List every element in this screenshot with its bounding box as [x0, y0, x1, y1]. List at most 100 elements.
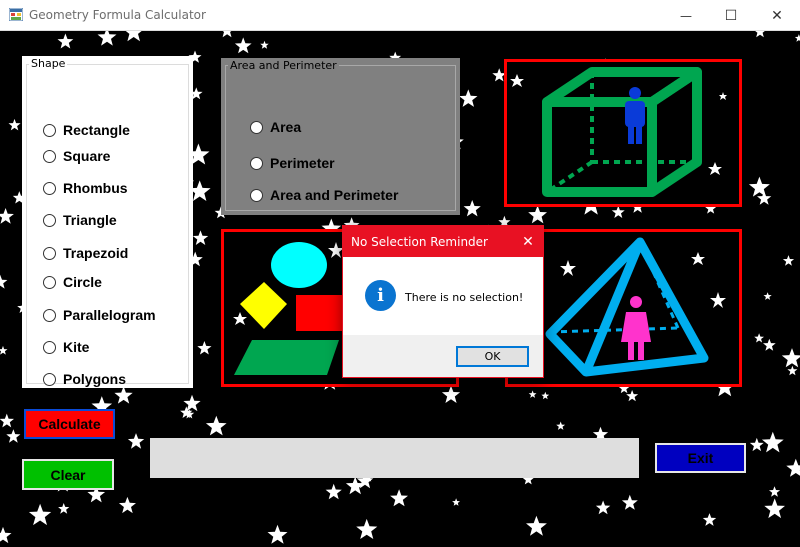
star-decoration: [192, 230, 209, 245]
exit-button-label: Exit: [687, 450, 714, 466]
star-decoration: [0, 208, 14, 224]
calculation-groupbox: Area and Perimeter Area Perimeter Area a…: [221, 58, 460, 215]
title-bar: Geometry Formula Calculator — ☐ ✕: [0, 0, 800, 31]
radio-kite[interactable]: Kite: [43, 339, 89, 355]
star-decoration: [114, 386, 133, 404]
star-decoration: [390, 489, 408, 507]
radio-label: Rectangle: [63, 122, 130, 138]
maximize-icon: ☐: [724, 7, 738, 24]
star-decoration: [356, 518, 378, 539]
maximize-button[interactable]: ☐: [708, 0, 754, 31]
radio-rhombus[interactable]: Rhombus: [43, 180, 128, 196]
cube-picture: [504, 59, 742, 207]
dialog-close-button[interactable]: ✕: [517, 231, 539, 251]
ok-button[interactable]: OK: [456, 346, 529, 367]
star-decoration: [325, 483, 342, 500]
star-decoration: [528, 205, 547, 224]
star-decoration: [0, 413, 14, 428]
exit-button[interactable]: Exit: [655, 443, 746, 473]
star-decoration: [125, 31, 142, 42]
star-decoration: [57, 33, 74, 49]
dialog-title-bar: No Selection Reminder ✕: [343, 226, 543, 257]
radio-trapezoid[interactable]: Trapezoid: [43, 245, 128, 261]
star-decoration: [787, 365, 798, 376]
radio-perimeter[interactable]: Perimeter: [250, 155, 335, 171]
ok-button-label: OK: [484, 350, 501, 363]
star-decoration: [528, 390, 537, 398]
star-decoration: [58, 503, 70, 514]
star-decoration: [0, 345, 8, 355]
radio-label: Perimeter: [270, 155, 335, 171]
star-decoration: [452, 498, 460, 506]
clear-button-label: Clear: [50, 466, 86, 483]
radio-area[interactable]: Area: [250, 119, 301, 135]
star-decoration: [459, 89, 478, 107]
star-decoration: [763, 338, 776, 351]
star-decoration: [763, 292, 772, 300]
radio-polygons[interactable]: Polygons: [43, 371, 126, 387]
star-decoration: [621, 494, 638, 510]
no-selection-dialog: No Selection Reminder ✕ i There is no se…: [342, 225, 544, 378]
star-decoration: [197, 341, 212, 355]
clear-button[interactable]: Clear: [22, 459, 114, 490]
close-button[interactable]: ✕: [754, 0, 800, 31]
star-decoration: [541, 391, 550, 400]
calculation-group-legend: Area and Perimeter: [228, 59, 339, 72]
radio-square[interactable]: Square: [43, 148, 110, 164]
star-decoration: [127, 433, 145, 449]
cube-with-person-icon: [510, 67, 727, 197]
star-decoration: [97, 31, 117, 46]
radio-label: Square: [63, 148, 111, 164]
star-decoration: [8, 118, 21, 131]
calculate-button-label: Calculate: [38, 416, 101, 432]
dialog-title: No Selection Reminder: [351, 235, 488, 249]
star-decoration: [764, 498, 785, 519]
star-decoration: [754, 333, 764, 343]
star-decoration: [794, 34, 800, 42]
radio-label: Area and Perimeter: [270, 187, 399, 203]
radio-label: Circle: [63, 274, 102, 290]
star-decoration: [222, 31, 232, 38]
radio-label: Trapezoid: [63, 245, 129, 261]
app-icon: [9, 8, 23, 21]
star-decoration: [6, 429, 21, 443]
result-output: [150, 438, 639, 478]
star-decoration: [556, 421, 566, 430]
star-decoration: [769, 486, 781, 497]
star-decoration: [28, 503, 52, 526]
star-decoration: [0, 274, 8, 289]
star-decoration: [782, 255, 795, 266]
radio-triangle[interactable]: Triangle: [43, 212, 117, 228]
star-decoration: [234, 37, 252, 54]
calculate-button[interactable]: Calculate: [24, 409, 115, 439]
close-icon: ✕: [771, 7, 783, 24]
information-icon: i: [365, 280, 396, 311]
close-icon: ✕: [522, 232, 534, 249]
star-decoration: [702, 513, 717, 526]
shape-groupbox: Shape Rectangle Square Rhombus Triangle …: [22, 56, 193, 388]
star-decoration: [781, 348, 800, 368]
radio-label: Rhombus: [63, 180, 128, 196]
star-decoration: [118, 496, 136, 514]
radio-rectangle[interactable]: Rectangle: [43, 122, 130, 138]
star-decoration: [611, 205, 625, 218]
radio-parallelogram[interactable]: Parallelogram: [43, 307, 156, 323]
star-decoration: [205, 415, 227, 436]
star-decoration: [749, 437, 764, 452]
star-decoration: [626, 390, 639, 402]
star-decoration: [260, 40, 269, 49]
window-title: Geometry Formula Calculator: [29, 8, 206, 22]
star-decoration: [267, 524, 288, 544]
star-decoration: [595, 500, 611, 515]
minimize-icon: —: [680, 8, 692, 23]
radio-label: Parallelogram: [63, 307, 156, 323]
dialog-message: There is no selection!: [405, 291, 524, 304]
radio-label: Triangle: [63, 212, 117, 228]
radio-area-and-perimeter[interactable]: Area and Perimeter: [250, 187, 398, 203]
radio-label: Polygons: [63, 371, 127, 387]
radio-label: Kite: [63, 339, 90, 355]
minimize-button[interactable]: —: [663, 0, 709, 31]
radio-circle[interactable]: Circle: [43, 274, 102, 290]
star-decoration: [786, 458, 800, 477]
star-decoration: [526, 515, 547, 536]
